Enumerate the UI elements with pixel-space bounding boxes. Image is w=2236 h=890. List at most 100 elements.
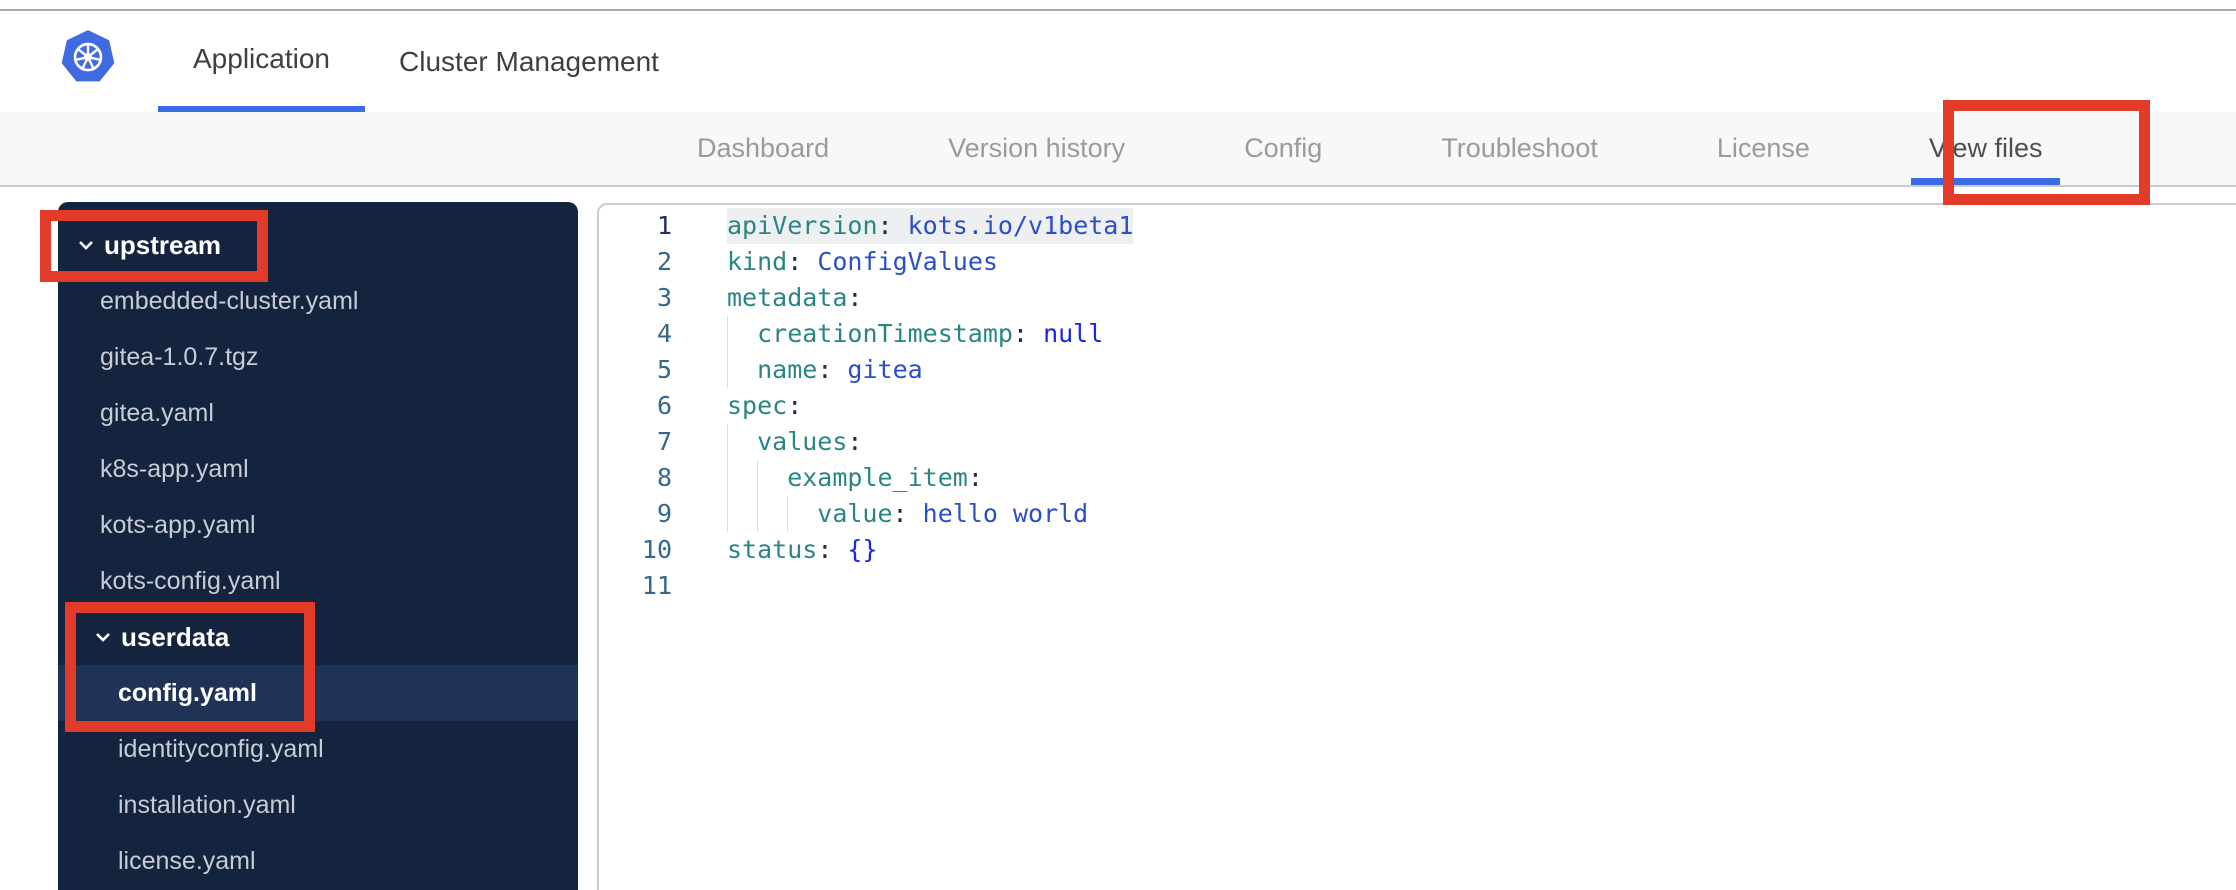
nav-item-view-files[interactable]: View files xyxy=(1910,112,2060,185)
tab-application-label: Application xyxy=(193,42,330,74)
tree-item-label: k8s-app.yaml xyxy=(100,454,249,483)
file-row-kots-config-yaml[interactable]: kots-config.yaml xyxy=(58,553,578,609)
line-number: 3 xyxy=(656,283,672,312)
line-number: 11 xyxy=(641,571,672,600)
nav-item-dashboard-label: Dashboard xyxy=(697,133,830,163)
code-tokens: status: {} xyxy=(727,535,878,564)
tab-cluster-management-label: Cluster Management xyxy=(399,45,659,77)
tree-item-label: kots-app.yaml xyxy=(100,510,256,539)
tree-item-label: identityconfig.yaml xyxy=(118,734,324,763)
nav-item-config[interactable]: Config xyxy=(1244,112,1322,185)
code-tokens: spec: xyxy=(727,391,803,420)
line-number: 2 xyxy=(656,247,672,276)
tree-item-label: license.yaml xyxy=(118,846,256,875)
tab-application[interactable]: Application xyxy=(158,11,365,112)
kubernetes-logo-icon xyxy=(61,28,115,84)
code-line-content: creationTimestamp: null xyxy=(727,316,1103,352)
indent-guide xyxy=(757,496,787,532)
line-number: 4 xyxy=(656,319,672,348)
file-row-config-yaml[interactable]: config.yaml xyxy=(58,665,578,721)
nav-item-dashboard[interactable]: Dashboard xyxy=(697,112,829,185)
tree-item-label: userdata xyxy=(121,621,230,652)
line-number: 10 xyxy=(641,535,672,564)
code-line-content: kind: ConfigValues xyxy=(727,244,998,280)
nav-item-config-label: Config xyxy=(1244,133,1323,163)
code-line-5: 5 name: gitea xyxy=(599,352,2236,388)
code-line-content: values: xyxy=(727,424,862,460)
code-tokens: apiVersion: kots.io/v1beta1 xyxy=(727,208,1134,244)
line-number: 1 xyxy=(656,211,672,240)
indent-guide xyxy=(727,316,757,352)
code-tokens: name: gitea xyxy=(757,355,923,384)
code-tokens: value: hello world xyxy=(817,499,1089,528)
code-editor[interactable]: 1 apiVersion: kots.io/v1beta1 2 kind: Confi… xyxy=(597,203,2236,890)
app-window: { "header": { "tabs": [ { "label": "Appl… xyxy=(0,0,2236,890)
code-line-4: 4 creationTimestamp: null xyxy=(599,316,2236,352)
code-line-2: 2 kind: ConfigValues xyxy=(599,244,2236,280)
app-sub-nav: Dashboard Version history Config Trouble… xyxy=(0,112,2236,187)
code-line-content: apiVersion: kots.io/v1beta1 xyxy=(727,208,1134,244)
code-tokens: kind: ConfigValues xyxy=(727,247,998,276)
code-tokens: example_item: xyxy=(787,463,983,492)
tab-cluster-management[interactable]: Cluster Management xyxy=(395,11,663,112)
nav-item-license-label: License xyxy=(1716,133,1810,163)
code-line-1: 1 apiVersion: kots.io/v1beta1 xyxy=(599,208,2236,244)
file-row-embedded-cluster-yaml[interactable]: embedded-cluster.yaml xyxy=(58,273,578,329)
file-row-gitea-1-0-7-tgz[interactable]: gitea-1.0.7.tgz xyxy=(58,329,578,385)
code-line-content: value: hello world xyxy=(727,496,1088,532)
file-row-installation-yaml[interactable]: installation.yaml xyxy=(58,777,578,833)
code-line-7: 7 values: xyxy=(599,424,2236,460)
code-tokens: values: xyxy=(757,427,863,456)
code-line-content: spec: xyxy=(727,388,802,424)
code-tokens: metadata: xyxy=(727,283,863,312)
code-line-8: 8 example_item: xyxy=(599,460,2236,496)
nav-item-troubleshoot[interactable]: Troubleshoot xyxy=(1441,112,1598,185)
nav-item-version-history-label: Version history xyxy=(948,133,1126,163)
folder-row-upstream[interactable]: upstream xyxy=(58,217,578,273)
tree-item-label: config.yaml xyxy=(118,678,257,707)
code-line-9: 9 value: hello world xyxy=(599,496,2236,532)
file-tree: upstream embedded-cluster.yaml gitea-1.0.7… xyxy=(58,217,578,889)
code-line-content: status: {} xyxy=(727,532,878,568)
file-tree-sidebar: upstream embedded-cluster.yaml gitea-1.0.7… xyxy=(58,202,578,890)
tree-item-label: kots-config.yaml xyxy=(100,566,281,595)
nav-item-license[interactable]: License xyxy=(1717,112,1810,185)
nav-item-view-files-label: View files xyxy=(1928,133,2043,163)
code-tokens: creationTimestamp: null xyxy=(757,319,1104,348)
app-header: Application Cluster Management xyxy=(0,11,2236,112)
file-row-k8s-app-yaml[interactable]: k8s-app.yaml xyxy=(58,441,578,497)
tree-item-label: gitea-1.0.7.tgz xyxy=(100,342,259,371)
code-line-10: 10 status: {} xyxy=(599,532,2236,568)
nav-items: Dashboard Version history Config Trouble… xyxy=(697,112,2060,185)
chevron-down-icon xyxy=(76,235,96,255)
line-number: 7 xyxy=(656,427,672,456)
code-line-6: 6 spec: xyxy=(599,388,2236,424)
file-row-license-yaml[interactable]: license.yaml xyxy=(58,833,578,889)
line-number: 5 xyxy=(656,355,672,384)
code-line-content: metadata: xyxy=(727,280,862,316)
nav-item-troubleshoot-label: Troubleshoot xyxy=(1441,133,1598,163)
indent-guide xyxy=(727,352,757,388)
code-line-content: example_item: xyxy=(727,460,983,496)
folder-row-userdata[interactable]: userdata xyxy=(58,609,578,665)
line-number: 8 xyxy=(656,463,672,492)
file-row-gitea-yaml[interactable]: gitea.yaml xyxy=(58,385,578,441)
indent-guide xyxy=(787,496,817,532)
file-row-identityconfig-yaml[interactable]: identityconfig.yaml xyxy=(58,721,578,777)
chevron-down-icon xyxy=(93,627,113,647)
file-row-kots-app-yaml[interactable]: kots-app.yaml xyxy=(58,497,578,553)
code-line-11: 11 xyxy=(599,568,2236,604)
tree-item-label: upstream xyxy=(104,229,222,260)
tree-item-label: installation.yaml xyxy=(118,790,296,819)
code-line-3: 3 metadata: xyxy=(599,280,2236,316)
code-line-content: name: gitea xyxy=(727,352,923,388)
line-number: 9 xyxy=(656,499,672,528)
tree-item-label: gitea.yaml xyxy=(100,398,214,427)
nav-item-version-history[interactable]: Version history xyxy=(948,112,1125,185)
indent-guide xyxy=(727,496,757,532)
tree-item-label: embedded-cluster.yaml xyxy=(100,286,359,315)
line-number: 6 xyxy=(656,391,672,420)
indent-guide xyxy=(757,460,787,496)
indent-guide xyxy=(727,460,757,496)
code-lines: 1 apiVersion: kots.io/v1beta1 2 kind: Confi… xyxy=(599,208,2236,604)
